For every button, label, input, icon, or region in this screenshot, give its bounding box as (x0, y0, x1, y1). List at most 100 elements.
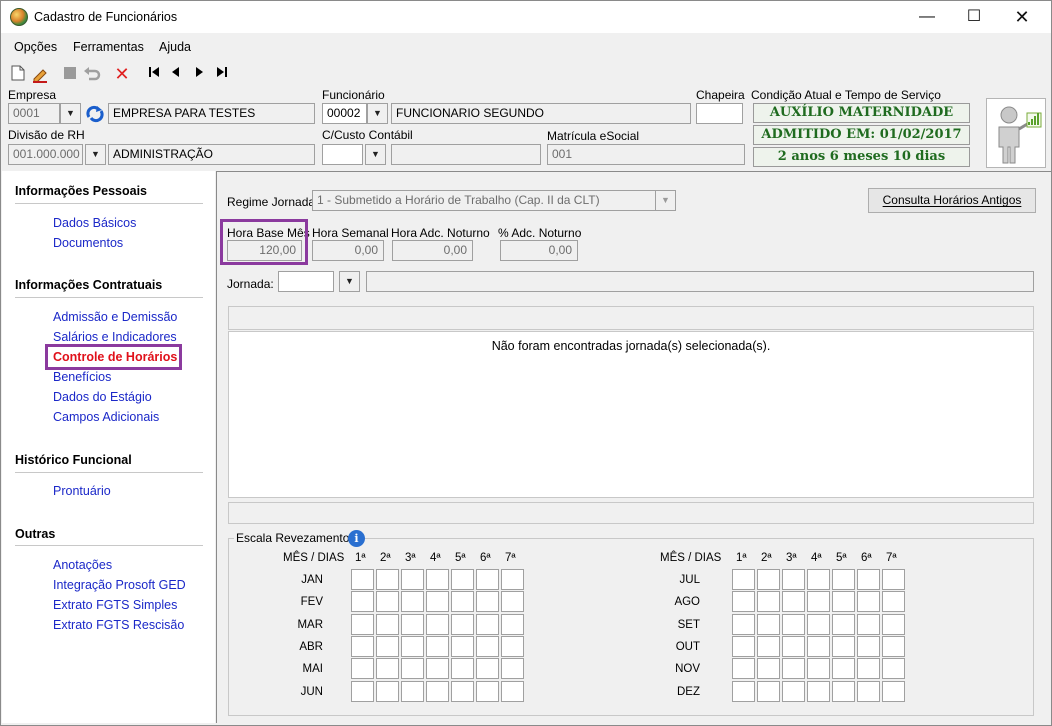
consulta-horarios-button[interactable]: Consulta Horários Antigos (868, 188, 1036, 213)
escala-cell[interactable] (732, 591, 755, 613)
escala-cell[interactable] (376, 569, 399, 590)
menu-ferramentas[interactable]: Ferramentas (73, 40, 144, 54)
escala-cell[interactable] (376, 591, 399, 613)
escala-cell[interactable] (451, 680, 474, 702)
escala-cell[interactable] (757, 569, 780, 590)
escala-cell[interactable] (401, 613, 424, 635)
empresa-code-field[interactable]: 0001 (8, 103, 60, 124)
escala-cell[interactable] (882, 658, 905, 680)
sidebar-item-integracao-ged[interactable]: Integração Prosoft GED (53, 578, 186, 592)
escala-cell[interactable] (351, 569, 374, 590)
escala-cell[interactable] (501, 635, 524, 657)
escala-cell[interactable] (376, 680, 399, 702)
jornada-dropdown-icon[interactable]: ▼ (339, 271, 360, 292)
escala-cell[interactable] (451, 613, 474, 635)
escala-cell[interactable] (732, 569, 755, 590)
last-record-icon[interactable] (213, 65, 231, 83)
escala-cell[interactable] (782, 680, 805, 702)
escala-cell[interactable] (882, 680, 905, 702)
empresa-dropdown-icon[interactable]: ▼ (60, 103, 81, 124)
new-document-icon[interactable] (9, 65, 27, 83)
menu-ajuda[interactable]: Ajuda (159, 40, 191, 54)
save-icon[interactable] (61, 65, 79, 83)
escala-cell[interactable] (401, 569, 424, 590)
escala-cell[interactable] (376, 635, 399, 657)
sidebar-item-beneficios[interactable]: Benefícios (53, 370, 111, 384)
escala-cell[interactable] (501, 569, 524, 590)
escala-cell[interactable] (757, 591, 780, 613)
escala-cell[interactable] (351, 613, 374, 635)
regime-dropdown-icon[interactable]: ▼ (655, 190, 676, 211)
divisao-code-field[interactable]: 001.000.000 (8, 144, 83, 165)
escala-cell[interactable] (782, 635, 805, 657)
escala-cell[interactable] (376, 613, 399, 635)
escala-cell[interactable] (857, 658, 880, 680)
refresh-icon[interactable] (85, 105, 105, 123)
escala-cell[interactable] (351, 591, 374, 613)
escala-cell[interactable] (832, 591, 855, 613)
escala-cell[interactable] (426, 680, 449, 702)
escala-cell[interactable] (451, 569, 474, 590)
sidebar-item-anotacoes[interactable]: Anotações (53, 558, 112, 572)
escala-cell[interactable] (401, 680, 424, 702)
first-record-icon[interactable] (145, 65, 163, 83)
edit-icon[interactable] (31, 65, 49, 83)
jornada-code-field[interactable] (278, 271, 334, 292)
escala-cell[interactable] (376, 658, 399, 680)
escala-cell[interactable] (807, 635, 830, 657)
close-icon[interactable]: ✕ (999, 1, 1045, 33)
escala-cell[interactable] (807, 680, 830, 702)
escala-cell[interactable] (426, 591, 449, 613)
escala-cell[interactable] (351, 680, 374, 702)
matricula-field[interactable]: 001 (547, 144, 745, 165)
undo-icon[interactable] (83, 65, 101, 83)
escala-cell[interactable] (476, 613, 499, 635)
custo-code-field[interactable] (322, 144, 363, 165)
info-icon[interactable]: i (348, 530, 365, 547)
escala-cell[interactable] (782, 613, 805, 635)
escala-cell[interactable] (882, 635, 905, 657)
escala-cell[interactable] (807, 613, 830, 635)
escala-cell[interactable] (732, 680, 755, 702)
escala-cell[interactable] (857, 635, 880, 657)
escala-cell[interactable] (451, 635, 474, 657)
regime-select[interactable]: 1 - Submetido a Horário de Trabalho (Cap… (312, 190, 657, 211)
escala-cell[interactable] (857, 613, 880, 635)
escala-cell[interactable] (807, 569, 830, 590)
hora-semanal-field[interactable]: 0,00 (312, 240, 384, 261)
sidebar-item-admissao-demissao[interactable]: Admissão e Demissão (53, 310, 177, 324)
escala-cell[interactable] (807, 658, 830, 680)
sidebar-item-documentos[interactable]: Documentos (53, 236, 123, 250)
escala-cell[interactable] (857, 680, 880, 702)
escala-cell[interactable] (426, 613, 449, 635)
escala-cell[interactable] (832, 635, 855, 657)
sidebar-item-salarios-indicadores[interactable]: Salários e Indicadores (53, 330, 177, 344)
escala-cell[interactable] (501, 591, 524, 613)
funcionario-dropdown-icon[interactable]: ▼ (367, 103, 388, 124)
escala-cell[interactable] (501, 613, 524, 635)
sidebar-item-extrato-fgts-rescisao[interactable]: Extrato FGTS Rescisão (53, 618, 184, 632)
sidebar-item-dados-basicos[interactable]: Dados Básicos (53, 216, 136, 230)
menu-opcoes[interactable]: Opções (14, 40, 57, 54)
chapeira-field[interactable] (696, 103, 743, 124)
custo-dropdown-icon[interactable]: ▼ (365, 144, 386, 165)
escala-cell[interactable] (757, 613, 780, 635)
escala-cell[interactable] (832, 613, 855, 635)
jornada-grid[interactable]: Não foram encontradas jornada(s) selecio… (228, 331, 1034, 498)
escala-cell[interactable] (857, 591, 880, 613)
divisao-dropdown-icon[interactable]: ▼ (85, 144, 106, 165)
escala-cell[interactable] (782, 591, 805, 613)
sidebar-item-dados-estagio[interactable]: Dados do Estágio (53, 390, 152, 404)
escala-cell[interactable] (807, 591, 830, 613)
escala-cell[interactable] (882, 569, 905, 590)
funcionario-code-field[interactable]: 00002 (322, 103, 367, 124)
escala-cell[interactable] (857, 569, 880, 590)
escala-cell[interactable] (351, 658, 374, 680)
escala-cell[interactable] (426, 658, 449, 680)
escala-cell[interactable] (476, 658, 499, 680)
escala-cell[interactable] (732, 635, 755, 657)
escala-cell[interactable] (757, 635, 780, 657)
escala-cell[interactable] (882, 591, 905, 613)
escala-cell[interactable] (451, 658, 474, 680)
maximize-icon[interactable]: ☐ (951, 1, 997, 33)
